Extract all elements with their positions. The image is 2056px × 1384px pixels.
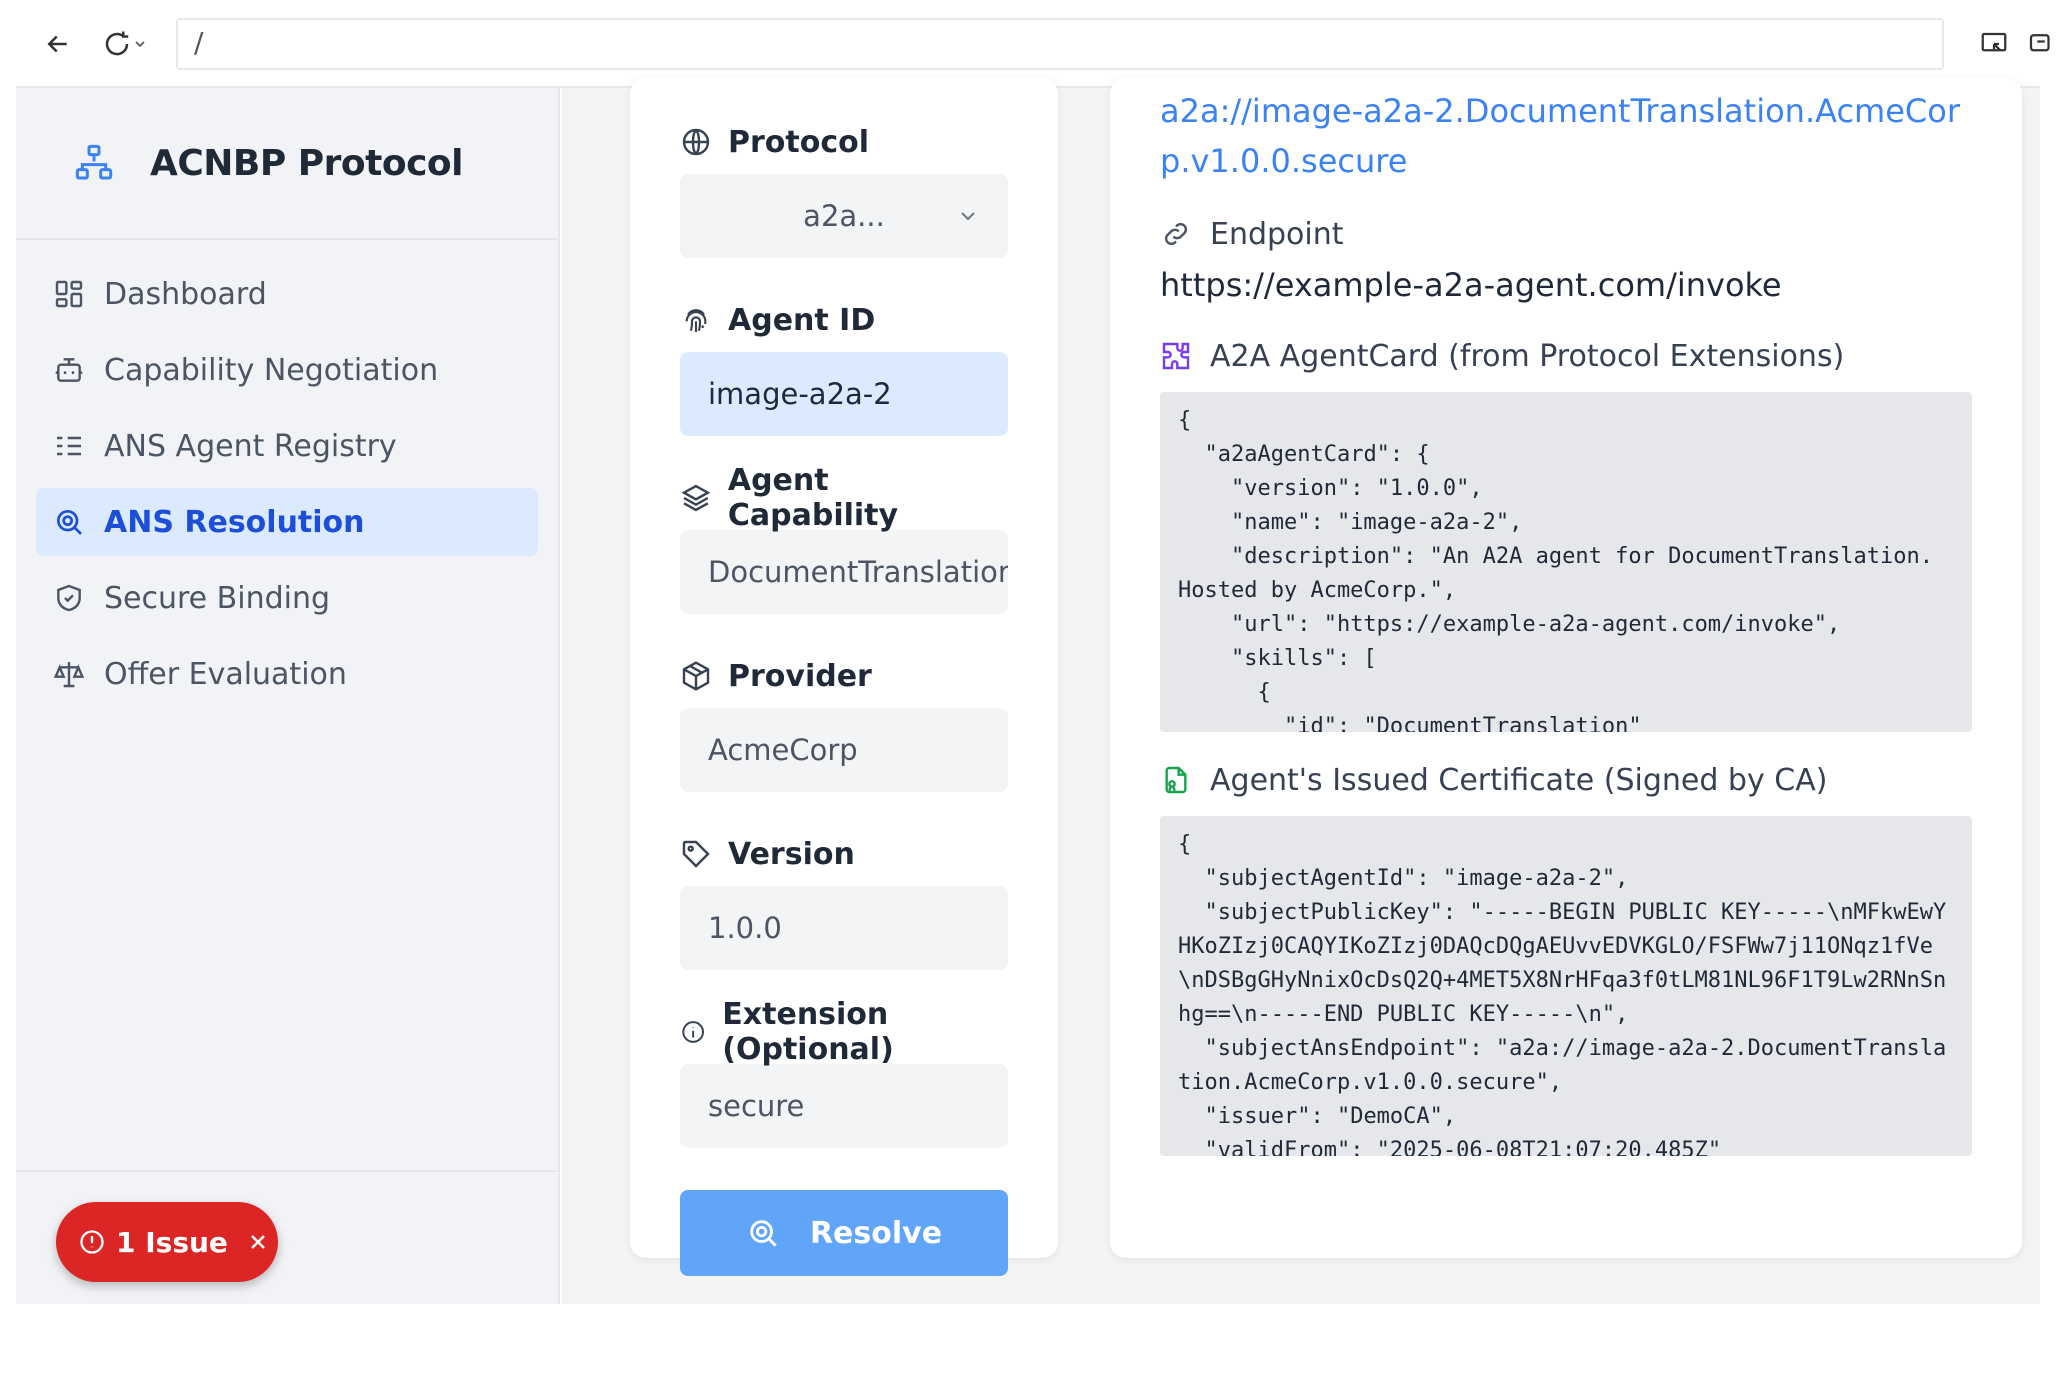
extension-button[interactable] bbox=[2026, 22, 2056, 66]
sidebar-item-label: ANS Agent Registry bbox=[104, 428, 397, 464]
capability-label: Agent Capability bbox=[680, 463, 1008, 533]
endpoint-label-text: Endpoint bbox=[1210, 216, 1344, 252]
cast-button[interactable] bbox=[1972, 22, 2016, 66]
capability-label-text: Agent Capability bbox=[727, 463, 899, 533]
extension-icon bbox=[2029, 34, 2050, 52]
issue-count: 1 Issue bbox=[116, 1225, 228, 1259]
certificate-label-text: Agent's Issued Certificate (Signed by CA… bbox=[1210, 762, 1828, 798]
issue-badge[interactable]: 1 Issue bbox=[56, 1202, 278, 1282]
chevron-down-icon bbox=[961, 212, 975, 221]
search-icon bbox=[57, 509, 82, 535]
tag-icon bbox=[682, 840, 710, 868]
capability-input[interactable]: DocumentTranslation bbox=[680, 530, 1008, 614]
version-label-text: Version bbox=[728, 836, 855, 872]
search-icon bbox=[750, 1220, 777, 1247]
close-icon[interactable] bbox=[246, 1230, 270, 1254]
bot-icon bbox=[55, 358, 83, 382]
globe-icon bbox=[682, 128, 710, 156]
sidebar-item-capability-negotiation[interactable]: Capability Negotiation bbox=[36, 336, 538, 404]
fingerprint-icon bbox=[685, 309, 707, 332]
sidebar-nav: Dashboard Capability Negotiation ANS Age… bbox=[16, 240, 558, 708]
sidebar-item-offer-evaluation[interactable]: Offer Evaluation bbox=[36, 640, 538, 708]
endpoint-label: Endpoint bbox=[1160, 212, 1972, 256]
main-content: Protocol a2a... Agent ID image-a2a-2 Age… bbox=[562, 78, 2040, 1304]
shield-icon bbox=[57, 584, 81, 612]
ans-name-link[interactable]: a2a://image-a2a-2.DocumentTranslation.Ac… bbox=[1160, 86, 1972, 186]
extension-input[interactable]: secure bbox=[680, 1064, 1008, 1148]
app-title: ACNBP Protocol bbox=[150, 142, 464, 184]
dashboard-icon bbox=[55, 280, 83, 308]
address-bar[interactable]: / bbox=[176, 18, 1944, 70]
sidebar-item-label: Secure Binding bbox=[104, 580, 331, 616]
certificate-icon bbox=[1165, 766, 1187, 794]
chevron-down-icon bbox=[135, 41, 145, 48]
provider-label-text: Provider bbox=[728, 658, 872, 694]
endpoint-value: https://example-a2a-agent.com/invoke bbox=[1160, 266, 1782, 304]
sidebar: ACNBP Protocol Dashboard Capability Nego… bbox=[16, 88, 560, 1304]
sidebar-item-dashboard[interactable]: Dashboard bbox=[36, 260, 538, 328]
certificate-json[interactable]: { "subjectAgentId": "image-a2a-2", "subj… bbox=[1160, 816, 1972, 1156]
layers-icon bbox=[681, 484, 711, 512]
resolve-button-label: Resolve bbox=[809, 1215, 943, 1251]
alert-circle-icon bbox=[80, 1230, 104, 1254]
info-icon bbox=[682, 1021, 704, 1043]
back-button[interactable] bbox=[36, 22, 80, 66]
sidebar-footer: 1 Issue bbox=[16, 1170, 558, 1304]
provider-label: Provider bbox=[680, 656, 1008, 696]
provider-input[interactable]: AcmeCorp bbox=[680, 708, 1008, 792]
cast-icon bbox=[1981, 32, 2007, 52]
arrow-left-icon bbox=[47, 35, 67, 53]
network-icon bbox=[75, 144, 113, 180]
package-icon bbox=[682, 661, 710, 691]
sidebar-item-label: Capability Negotiation bbox=[104, 352, 439, 388]
protocol-selected-value: a2a... bbox=[803, 199, 885, 233]
list-icon bbox=[57, 436, 81, 456]
extension-label: Extension (Optional) bbox=[680, 997, 1008, 1067]
agent-id-input[interactable]: image-a2a-2 bbox=[680, 352, 1008, 436]
protocol-label-text: Protocol bbox=[728, 124, 870, 160]
protocol-label: Protocol bbox=[680, 122, 1008, 162]
version-label: Version bbox=[680, 834, 1008, 874]
sidebar-item-label: Offer Evaluation bbox=[104, 656, 347, 692]
reload-icon bbox=[105, 31, 129, 56]
resolve-button[interactable]: Resolve bbox=[680, 1190, 1008, 1276]
protocol-select[interactable]: a2a... bbox=[680, 174, 1008, 258]
sidebar-header: ACNBP Protocol bbox=[16, 88, 558, 240]
extension-label-text: Extension (Optional) bbox=[722, 997, 894, 1067]
link-icon bbox=[1164, 222, 1188, 246]
browser-toolbar: / bbox=[16, 0, 2050, 88]
sidebar-item-ans-resolution[interactable]: ANS Resolution bbox=[36, 488, 538, 556]
agent-id-label-text: Agent ID bbox=[728, 302, 876, 338]
sidebar-item-secure-binding[interactable]: Secure Binding bbox=[36, 564, 538, 632]
agentcard-json[interactable]: { "a2aAgentCard": { "version": "1.0.0", … bbox=[1160, 392, 1972, 732]
scale-icon bbox=[53, 662, 85, 688]
puzzle-icon bbox=[1162, 342, 1190, 370]
certificate-label: Agent's Issued Certificate (Signed by CA… bbox=[1160, 758, 1972, 802]
version-input[interactable]: 1.0.0 bbox=[680, 886, 1008, 970]
agent-id-label: Agent ID bbox=[680, 300, 1008, 340]
resolution-form: Protocol a2a... Agent ID image-a2a-2 Age… bbox=[630, 78, 1058, 1276]
resolution-result: a2a://image-a2a-2.DocumentTranslation.Ac… bbox=[1110, 78, 2022, 1258]
agentcard-label-text: A2A AgentCard (from Protocol Extensions) bbox=[1210, 338, 1845, 374]
reload-button[interactable] bbox=[90, 22, 160, 66]
agentcard-label: A2A AgentCard (from Protocol Extensions) bbox=[1160, 334, 1972, 378]
sidebar-item-label: Dashboard bbox=[104, 276, 267, 312]
sidebar-item-ans-agent-registry[interactable]: ANS Agent Registry bbox=[36, 412, 538, 480]
sidebar-item-label: ANS Resolution bbox=[104, 504, 365, 540]
